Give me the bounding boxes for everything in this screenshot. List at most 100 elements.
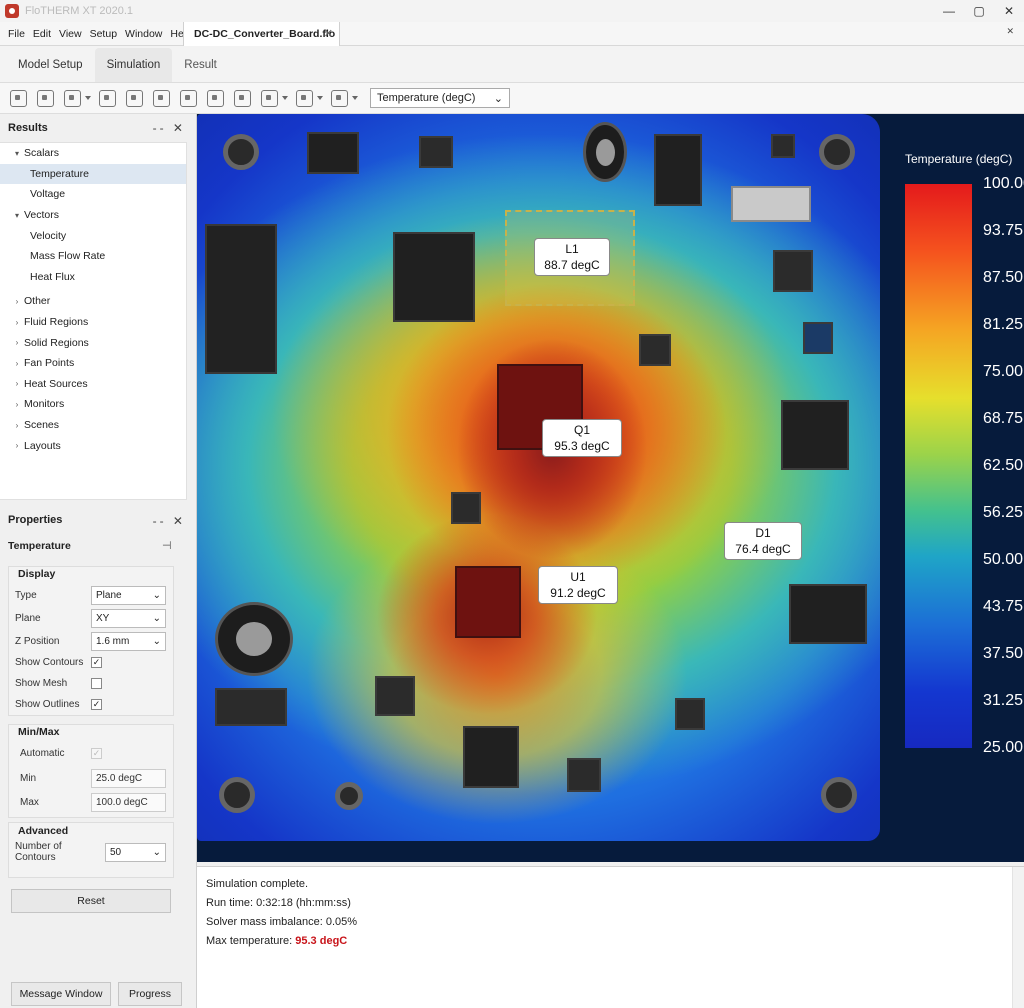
tree-item-temperature[interactable]: Temperature	[0, 163, 186, 185]
tab-simulation[interactable]: Simulation	[94, 48, 173, 82]
message-window-button[interactable]: Message Window	[11, 982, 111, 1006]
menu-view[interactable]: View	[55, 28, 86, 40]
minimize-button[interactable]: —	[934, 0, 964, 22]
expand-caret-icon[interactable]: ›	[10, 379, 24, 388]
save-view-dropdown-icon[interactable]	[85, 96, 91, 100]
message-scrollbar[interactable]	[1012, 867, 1024, 1008]
show-outlines-checkbox[interactable]: ✓	[91, 698, 102, 710]
automatic-checkbox[interactable]: ✓	[91, 747, 102, 759]
tree-item-solid-regions[interactable]: › Solid Regions	[0, 332, 186, 353]
slide-switch	[731, 186, 811, 222]
show-mesh-checkbox[interactable]	[91, 677, 102, 689]
results-panel-header: Results -- ✕	[0, 114, 196, 142]
expand-caret-icon[interactable]: ›	[10, 318, 24, 327]
ic-chip	[803, 322, 833, 354]
legend-tick-label: 81.25	[983, 316, 1024, 333]
expand-caret-icon[interactable]: ▾	[10, 211, 24, 220]
tab-model-setup[interactable]: Model Setup	[6, 48, 95, 82]
expand-caret-icon[interactable]: ›	[10, 297, 24, 306]
min-input[interactable]: 25.0 degC	[91, 768, 166, 788]
result-quantity-select[interactable]: Temperature (degC) ⌄	[370, 88, 510, 108]
tree-item-mass-flow-rate[interactable]: Mass Flow Rate	[0, 246, 186, 267]
rotate-icon[interactable]	[261, 89, 278, 107]
expand-caret-icon[interactable]: ›	[10, 359, 24, 368]
tree-item-voltage[interactable]: Voltage	[0, 184, 186, 205]
play-step-icon[interactable]	[37, 89, 54, 107]
document-tab-label: DC-DC_Converter_Board.flo	[194, 28, 336, 40]
z-position-select[interactable]: 1.6 mm ⌄	[91, 631, 166, 651]
refresh-icon[interactable]	[99, 89, 116, 107]
tree-item-label: Heat Sources	[24, 377, 88, 390]
show-contours-checkbox[interactable]: ✓	[91, 656, 102, 668]
results-panel-controls[interactable]: -- ✕	[153, 121, 186, 135]
tree-item-label: Scalars	[24, 147, 60, 160]
tree-item-fluid-regions[interactable]: › Fluid Regions	[0, 312, 186, 333]
ic-chip	[463, 726, 519, 788]
menu-file[interactable]: File	[0, 28, 29, 40]
properties-panel-controls[interactable]: -- ✕	[153, 514, 186, 528]
tree-item-heat-flux[interactable]: Heat Flux	[0, 267, 186, 288]
close-tab-icon[interactable]: ✕	[324, 27, 333, 40]
menu-setup[interactable]: Setup	[86, 28, 121, 40]
tree-item-heat-sources[interactable]: › Heat Sources	[0, 374, 186, 395]
plot-dropdown-icon[interactable]	[352, 96, 358, 100]
callout-u1[interactable]: U1 91.2 degC	[538, 566, 618, 604]
thermal-viewport[interactable]: L1 88.7 degC Q1 95.3 degC D1 76.4 degC U…	[197, 114, 1024, 862]
progress-button[interactable]: Progress	[118, 982, 182, 1006]
tree-item-monitors[interactable]: › Monitors	[0, 394, 186, 415]
camera-icon[interactable]	[126, 89, 143, 107]
maximize-button[interactable]: ▢	[964, 0, 994, 22]
close-window-button[interactable]: ✕	[994, 0, 1024, 22]
show-mesh-row: Show Mesh	[15, 673, 170, 693]
number-of-contours-select[interactable]: 50 ⌄	[105, 842, 166, 862]
max-temperature-label: Max temperature:	[206, 935, 296, 947]
automatic-label: Automatic	[20, 747, 65, 759]
menu-edit[interactable]: Edit	[29, 28, 55, 40]
save-view-icon[interactable]	[64, 89, 81, 107]
expand-caret-icon[interactable]: ›	[10, 338, 24, 347]
section-icon[interactable]	[180, 89, 197, 107]
properties-panel-header: Properties -- ✕	[0, 507, 196, 533]
document-tab[interactable]: DC-DC_Converter_Board.flo ✕	[183, 22, 340, 46]
tree-item-scenes[interactable]: › Scenes	[0, 415, 186, 436]
image-icon[interactable]	[207, 89, 224, 107]
pin-icon[interactable]: ⊣	[162, 539, 172, 552]
tree-item-vectors[interactable]: ▾ Vectors	[0, 205, 186, 226]
type-select[interactable]: Plane ⌄	[91, 585, 166, 605]
tab-result[interactable]: Result	[172, 48, 229, 82]
tree-item-scalars[interactable]: ▾ Scalars	[0, 143, 186, 164]
tree-item-label: Mass Flow Rate	[30, 250, 106, 263]
reset-button[interactable]: Reset	[11, 889, 171, 913]
callout-d1[interactable]: D1 76.4 degC	[724, 522, 802, 560]
close-document-icon[interactable]: ✕	[1006, 26, 1014, 37]
show-contours-row: Show Contours ✓	[15, 652, 170, 672]
expand-caret-icon[interactable]: ›	[10, 400, 24, 409]
transform-dropdown-icon[interactable]	[317, 96, 323, 100]
expand-caret-icon[interactable]: ▾	[10, 149, 24, 158]
plot-icon[interactable]	[331, 89, 348, 107]
probe-icon[interactable]	[153, 89, 170, 107]
tree-item-velocity[interactable]: Velocity	[0, 225, 186, 246]
message-window: Simulation complete. Run time: 0:32:18 (…	[197, 866, 1024, 1008]
callout-d1-value: 76.4 degC	[735, 542, 791, 556]
callout-l1[interactable]: L1 88.7 degC	[534, 238, 610, 276]
transform-icon[interactable]	[296, 89, 313, 107]
tree-item-layouts[interactable]: › Layouts	[0, 435, 186, 456]
chevron-down-icon: ⌄	[152, 635, 161, 647]
rotate-dropdown-icon[interactable]	[282, 96, 288, 100]
ic-chip	[451, 492, 481, 524]
expand-caret-icon[interactable]: ›	[10, 421, 24, 430]
tree-item-fan-points[interactable]: › Fan Points	[0, 353, 186, 374]
ic-chip	[639, 334, 671, 366]
tree-item-label: Voltage	[30, 188, 66, 201]
export-icon[interactable]	[234, 89, 251, 107]
select-icon[interactable]	[10, 89, 27, 107]
menu-window[interactable]: Window	[121, 28, 166, 40]
callout-q1[interactable]: Q1 95.3 degC	[542, 419, 622, 457]
plane-select[interactable]: XY ⌄	[91, 608, 166, 628]
tree-item-other[interactable]: › Other	[0, 291, 186, 312]
max-input[interactable]: 100.0 degC	[91, 792, 166, 812]
tree-item-label: Vectors	[24, 209, 60, 222]
tree-item-label: Heat Flux	[30, 270, 75, 283]
expand-caret-icon[interactable]: ›	[10, 441, 24, 450]
